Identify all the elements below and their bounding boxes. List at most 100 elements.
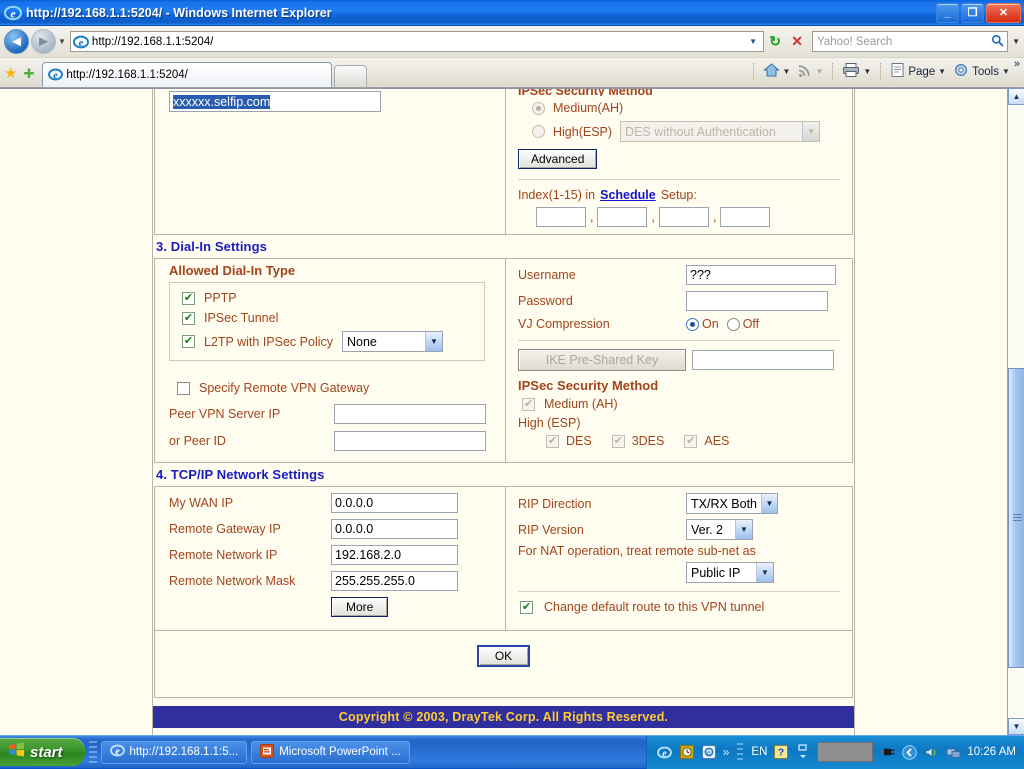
my-wan-ip-input[interactable] <box>331 493 458 513</box>
schedule-link[interactable]: Schedule <box>600 188 656 202</box>
medium-ah-row[interactable]: ✔ Medium (AH) <box>518 397 840 411</box>
address-input[interactable]: e http://192.168.1.1:5204/ ▼ <box>70 31 764 52</box>
stop-icon[interactable]: ✕ <box>786 31 808 53</box>
change-default-route-checkbox[interactable]: ✔ <box>520 601 533 614</box>
ie-logo-icon[interactable]: e <box>657 744 673 760</box>
vertical-scrollbar[interactable]: ▲ ▼ <box>1007 88 1024 735</box>
l2tp-checkbox[interactable]: ✔ <box>182 335 195 348</box>
username-input[interactable] <box>686 265 836 285</box>
password-input[interactable] <box>686 291 828 311</box>
chevron-down-icon[interactable]: ▼ <box>1002 67 1010 76</box>
close-button[interactable]: ✕ <box>986 3 1021 23</box>
medium-ah-radio-row[interactable]: Medium(AH) <box>518 101 840 115</box>
chevron-down-icon[interactable]: ▼ <box>802 122 819 141</box>
l2tp-row[interactable]: ✔ L2TP with IPSec Policy None ▼ <box>182 331 474 352</box>
chevron-down-icon[interactable]: ▼ <box>756 563 773 582</box>
address-dropdown-icon[interactable]: ▼ <box>745 37 761 46</box>
chevron-down-icon[interactable]: ▼ <box>735 520 752 539</box>
password-label: Password <box>518 294 686 308</box>
maximize-button[interactable]: ❐ <box>961 3 984 23</box>
aes-checkbox[interactable]: ✔ <box>684 435 697 448</box>
high-esp-radio-row[interactable]: High(ESP) DES without Authentication ▼ <box>518 121 840 142</box>
l2tp-policy-select[interactable]: None ▼ <box>342 331 443 352</box>
search-icon[interactable] <box>991 34 1007 50</box>
search-input[interactable]: Yahoo! Search <box>812 31 1008 52</box>
esp-algorithm-select[interactable]: DES without Authentication ▼ <box>620 121 820 142</box>
taskbar-clock[interactable]: 10:26 AM <box>967 746 1016 758</box>
show-hidden-icons-icon[interactable] <box>901 744 917 760</box>
chevron-down-icon[interactable]: ▼ <box>425 332 442 351</box>
search-dropdown-icon[interactable]: ▼ <box>1012 37 1020 46</box>
add-favorite-icon[interactable]: ✚ <box>23 66 34 82</box>
refresh-icon[interactable]: ↻ <box>764 31 786 53</box>
forward-button[interactable]: ► <box>31 29 56 54</box>
chevron-down-icon[interactable]: ▼ <box>938 67 946 76</box>
scrollbar-thumb[interactable] <box>1008 368 1024 668</box>
domain-name-input[interactable]: xxxxxx.selfip.com <box>169 91 381 112</box>
schedule-input-4[interactable] <box>720 207 770 227</box>
rip-version-select[interactable]: Ver. 2 ▼ <box>686 519 753 540</box>
pptp-row[interactable]: ✔ PPTP <box>182 291 474 305</box>
vj-on-radio[interactable] <box>686 318 699 331</box>
ipsec-tunnel-row[interactable]: ✔ IPSec Tunnel <box>182 311 474 325</box>
change-route-row[interactable]: ✔ Change default route to this VPN tunne… <box>518 600 840 614</box>
nat-subnet-select[interactable]: Public IP ▼ <box>686 562 774 583</box>
more-button[interactable]: More <box>331 597 388 617</box>
favorites-star-icon[interactable]: ★ <box>4 64 17 82</box>
high-esp-radio[interactable] <box>532 125 545 138</box>
ipsec-tunnel-checkbox[interactable]: ✔ <box>182 312 195 325</box>
tray-overflow-icon[interactable]: » <box>723 745 730 759</box>
feeds-button[interactable]: ▼ <box>794 61 826 83</box>
language-bar-handle-icon[interactable] <box>795 744 811 760</box>
tab-active[interactable]: e http://192.168.1.1:5204/ <box>42 62 332 87</box>
home-button[interactable]: ▼ <box>760 60 794 83</box>
schedule-input-2[interactable] <box>597 207 647 227</box>
ike-preshared-key-input[interactable] <box>692 350 834 370</box>
antivirus-tray-icon[interactable]: e <box>701 744 717 760</box>
scroll-up-button[interactable]: ▲ <box>1008 88 1024 105</box>
scroll-down-button[interactable]: ▼ <box>1008 718 1024 735</box>
volume-tray-icon[interactable] <box>923 744 939 760</box>
network-status-tray-icon[interactable] <box>945 744 961 760</box>
back-button[interactable]: ◄ <box>4 29 29 54</box>
des-checkbox[interactable]: ✔ <box>546 435 559 448</box>
3des-checkbox[interactable]: ✔ <box>612 435 625 448</box>
taskbar-item-ie[interactable]: e http://192.168.1.1:5... <box>101 741 248 764</box>
ok-button[interactable]: OK <box>477 645 530 667</box>
remote-gateway-ip-input[interactable] <box>331 519 458 539</box>
medium-ah-checkbox[interactable]: ✔ <box>522 398 535 411</box>
remote-network-mask-input[interactable] <box>331 571 458 591</box>
ike-preshared-key-button[interactable]: IKE Pre-Shared Key <box>518 349 686 371</box>
specify-gateway-checkbox[interactable] <box>177 382 190 395</box>
minimize-button[interactable]: _ <box>936 3 959 23</box>
pptp-checkbox[interactable]: ✔ <box>182 292 195 305</box>
peer-vpn-server-ip-input[interactable] <box>334 404 486 424</box>
network-plug-icon[interactable] <box>879 744 895 760</box>
start-button[interactable]: start <box>0 738 85 766</box>
medium-ah-radio[interactable] <box>532 102 545 115</box>
advanced-button[interactable]: Advanced <box>518 149 597 169</box>
specify-gateway-row[interactable]: Specify Remote VPN Gateway <box>177 381 505 395</box>
tools-menu-button[interactable]: Tools ▼ <box>950 60 1013 83</box>
nav-history-dropdown-icon[interactable]: ▼ <box>58 37 66 46</box>
chevron-down-icon[interactable]: ▼ <box>783 67 791 76</box>
search-placeholder: Yahoo! Search <box>813 36 892 48</box>
help-tray-icon[interactable]: ? <box>773 744 789 760</box>
rip-direction-select[interactable]: TX/RX Both ▼ <box>686 493 778 514</box>
taskbar-item-powerpoint[interactable]: Microsoft PowerPoint ... <box>251 741 409 764</box>
chevron-down-icon[interactable]: ▼ <box>761 494 777 513</box>
page-menu-button[interactable]: Page ▼ <box>887 60 949 83</box>
toolbar-overflow-icon[interactable]: » <box>1014 58 1020 70</box>
chevron-down-icon[interactable]: ▼ <box>863 67 871 76</box>
schedule-input-1[interactable] <box>536 207 586 227</box>
peer-id-input[interactable] <box>334 431 486 451</box>
language-indicator[interactable]: EN <box>751 746 767 758</box>
chevron-down-icon[interactable]: ▼ <box>815 67 823 76</box>
clock-tray-icon[interactable] <box>679 744 695 760</box>
scrollbar-track[interactable] <box>1008 105 1024 718</box>
vj-off-radio[interactable] <box>727 318 740 331</box>
remote-network-ip-input[interactable] <box>331 545 458 565</box>
schedule-input-3[interactable] <box>659 207 709 227</box>
new-tab-button[interactable] <box>334 65 367 87</box>
print-button[interactable]: ▼ <box>839 60 874 83</box>
